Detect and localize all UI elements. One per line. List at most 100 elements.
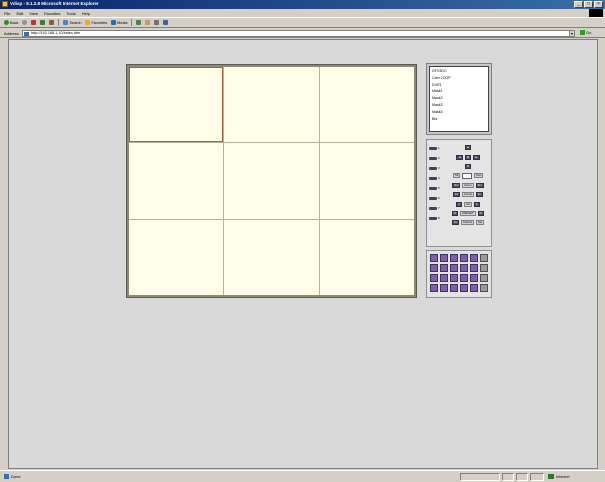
speed-8-button[interactable]: 8 <box>429 213 442 223</box>
speed-6-button[interactable]: 6 <box>429 193 442 203</box>
layout-button-5[interactable] <box>470 254 478 262</box>
ptz-row-tiltpan: Tilt Pan <box>446 171 490 180</box>
speed-bar-icon <box>429 206 437 210</box>
layout-button-4[interactable] <box>460 254 468 262</box>
camera-list-item[interactable]: Mask2 <box>432 95 486 102</box>
layout-button-24[interactable] <box>480 284 488 292</box>
video-cell-2[interactable] <box>224 67 319 143</box>
layout-button-14[interactable] <box>440 274 448 282</box>
video-cell-8[interactable] <box>224 219 319 295</box>
tilt-up-button[interactable]: ▲ <box>464 145 472 151</box>
title-bar: Vdisp - 8.1.2.8 Microsoft Internet Explo… <box>0 0 605 9</box>
iris-open-button[interactable]: Ir <box>473 201 480 207</box>
layout-button-22[interactable] <box>460 284 468 292</box>
speed-7-button[interactable]: 7 <box>429 203 442 213</box>
layout-button-13[interactable] <box>430 274 438 282</box>
pan-button[interactable]: Pan <box>474 173 484 179</box>
speed-5-button[interactable]: 5 <box>429 183 442 193</box>
menu-edit[interactable]: Edit <box>16 11 23 16</box>
layout-button-11[interactable] <box>470 264 478 272</box>
layout-button-17[interactable] <box>470 274 478 282</box>
pan-right-button[interactable]: ► <box>472 154 480 160</box>
video-cell-6[interactable] <box>319 143 414 219</box>
menu-view[interactable]: View <box>29 11 38 16</box>
iris-close-button[interactable]: Ir <box>456 201 463 207</box>
focus-far-button[interactable]: Fc <box>475 192 483 198</box>
preset-prev-button[interactable]: Pr <box>451 210 459 216</box>
camera-list[interactable]: GFX3DC Cam LOOP DVR1 Mask1 Mask2 Mask3 M… <box>429 66 489 132</box>
layout-button-2[interactable] <box>440 254 448 262</box>
maximize-button[interactable]: □ <box>584 1 593 8</box>
layout-button-19[interactable] <box>430 284 438 292</box>
layout-button-3[interactable] <box>450 254 458 262</box>
camera-list-item[interactable]: GFX3DC <box>432 68 486 75</box>
layout-button-21[interactable] <box>450 284 458 292</box>
layout-button-12[interactable] <box>480 264 488 272</box>
video-cell-5[interactable] <box>224 143 319 219</box>
media-button[interactable]: Media <box>111 20 127 25</box>
layout-button-6[interactable] <box>480 254 488 262</box>
layout-button-9[interactable] <box>450 264 458 272</box>
layout-button-16[interactable] <box>460 274 468 282</box>
speed-1-button[interactable]: 1 <box>429 143 442 153</box>
menu-favorites[interactable]: Favorites <box>44 11 60 16</box>
go-arrow-icon <box>580 30 585 35</box>
address-dropdown-button[interactable]: ▾ <box>569 30 575 37</box>
video-cell-4[interactable] <box>129 143 224 219</box>
speed-bar-icon <box>429 156 437 160</box>
preset-next-button[interactable]: Pr <box>477 210 485 216</box>
camera-list-item[interactable]: Mask3 <box>432 102 486 109</box>
layout-button-20[interactable] <box>440 284 448 292</box>
camera-list-item[interactable]: Mask4 <box>432 109 486 116</box>
set-button[interactable]: Set <box>475 220 485 226</box>
layout-button-18[interactable] <box>480 274 488 282</box>
search-button[interactable]: Search <box>63 20 81 25</box>
video-cell-7[interactable] <box>129 219 224 295</box>
print-button[interactable] <box>154 20 160 25</box>
refresh-button[interactable] <box>40 20 46 25</box>
go-button[interactable]: Go <box>580 30 591 35</box>
zoom-out-button[interactable]: Zm <box>452 182 461 188</box>
menu-tools[interactable]: Tools <box>66 11 75 16</box>
menu-help[interactable]: Help <box>82 11 90 16</box>
favorites-button[interactable]: Favorites <box>85 20 107 25</box>
menu-file[interactable]: File <box>4 11 10 16</box>
position-field[interactable] <box>462 172 473 179</box>
layout-button-7[interactable] <box>430 264 438 272</box>
speed-4-button[interactable]: 4 <box>429 173 442 183</box>
back-button[interactable]: Back <box>4 20 18 25</box>
forward-button[interactable] <box>22 20 28 25</box>
pan-left-button[interactable]: ◄ <box>456 154 464 160</box>
focus-near-button[interactable]: Fc <box>453 192 461 198</box>
home-button[interactable] <box>49 20 55 25</box>
camera-list-item[interactable]: DVR1 <box>432 82 486 89</box>
address-input[interactable]: http://192.168.1.10/index.htm <box>22 30 570 37</box>
layout-button-23[interactable] <box>470 284 478 292</box>
save-preset-button[interactable]: Sv <box>451 220 460 226</box>
camera-list-item[interactable]: Cam LOOP <box>432 75 486 82</box>
video-cell-9[interactable] <box>319 219 414 295</box>
tilt-button[interactable]: Tilt <box>452 173 461 179</box>
edit-button[interactable] <box>163 20 169 25</box>
close-button[interactable]: × <box>594 1 603 8</box>
video-cell-1[interactable] <box>129 67 224 143</box>
ptz-stop-button[interactable]: ■ <box>465 154 471 160</box>
cancel-button[interactable]: Cancel <box>461 220 474 226</box>
layout-button-15[interactable] <box>450 274 458 282</box>
mail-button[interactable] <box>145 20 151 25</box>
camera-list-item[interactable]: Bla <box>432 116 486 123</box>
speed-3-button[interactable]: 3 <box>429 163 442 173</box>
camera-list-item[interactable]: Mask1 <box>432 88 486 95</box>
tilt-down-button[interactable]: ▼ <box>464 163 472 169</box>
layout-button-8[interactable] <box>440 264 448 272</box>
stop-button[interactable] <box>31 20 37 25</box>
speed-label: 6 <box>438 196 440 200</box>
minimize-button[interactable]: _ <box>574 1 583 8</box>
speed-2-button[interactable]: 2 <box>429 153 442 163</box>
layout-button-10[interactable] <box>460 264 468 272</box>
toolbar: Back Search Favorites Media <box>0 17 605 28</box>
layout-button-1[interactable] <box>430 254 438 262</box>
history-button[interactable] <box>136 20 142 25</box>
zoom-in-button[interactable]: Zm <box>475 182 484 188</box>
video-cell-3[interactable] <box>319 67 414 143</box>
